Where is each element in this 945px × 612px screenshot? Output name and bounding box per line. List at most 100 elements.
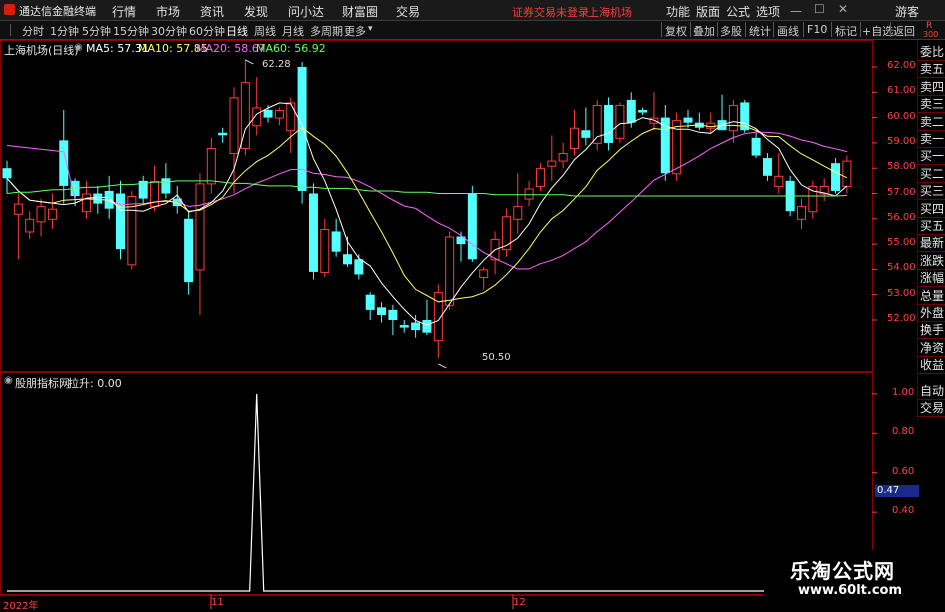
menu-news[interactable]: 资讯 <box>200 3 224 20</box>
candle-body <box>286 102 296 132</box>
menu-quotes[interactable]: 行情 <box>112 3 136 20</box>
kline-chart[interactable] <box>0 40 917 609</box>
candle-body <box>399 325 409 328</box>
candle-body <box>297 67 307 191</box>
candle-body <box>206 147 216 185</box>
candle-body <box>592 104 602 144</box>
price-tick-label: 60.00 <box>887 110 916 122</box>
tool-mark[interactable]: 标记 <box>835 23 857 39</box>
tool-stats[interactable]: 统计 <box>749 23 771 39</box>
candle-body <box>218 132 228 136</box>
right-panel-item[interactable]: 卖四 <box>920 79 945 95</box>
menu-functions[interactable]: 功能 <box>666 3 690 20</box>
sub-tick-label: 0.80 <box>892 426 915 438</box>
candle-body <box>467 193 477 260</box>
candle-body <box>365 294 375 310</box>
right-panel-item[interactable]: 买四 <box>920 201 945 217</box>
right-panel-item[interactable]: 卖二 <box>920 114 945 130</box>
right-panel-item[interactable]: 买五 <box>920 218 945 234</box>
sub-panel-frame <box>0 372 873 595</box>
tool-back[interactable]: 返回 <box>893 23 915 39</box>
stock-title: 上海机场(日线) <box>4 44 79 57</box>
divider <box>10 24 11 36</box>
right-panel-item[interactable]: 自动 <box>920 383 945 399</box>
login-alert[interactable]: 证券交易未登录 <box>512 4 589 20</box>
period-tick[interactable]: 分时 <box>22 23 44 39</box>
right-panel-item[interactable]: 买二 <box>920 166 945 182</box>
watermark-url: www.60lt.com <box>798 583 903 598</box>
low-marker-arrow <box>438 363 447 369</box>
tool-adjust[interactable]: 复权 <box>665 23 687 39</box>
low-price-mark: 50.50 <box>482 352 511 363</box>
menu-market[interactable]: 市场 <box>156 3 180 20</box>
period-daily[interactable]: 日线 <box>226 23 248 39</box>
candle-body <box>479 269 489 278</box>
price-tick-label: 58.00 <box>887 161 916 173</box>
date-label-dec: 12 <box>513 597 526 608</box>
divider <box>918 416 945 417</box>
candle-body <box>445 236 455 306</box>
price-tick-label: 62.00 <box>887 60 916 71</box>
right-panel-item[interactable]: 总量 <box>920 288 945 304</box>
menu-formula[interactable]: 公式 <box>726 3 750 20</box>
period-1min[interactable]: 1分钟 <box>50 23 79 39</box>
tool-multi-stock[interactable]: 多股 <box>720 23 742 39</box>
candle-body <box>343 254 352 265</box>
menu-wealth[interactable]: 财富圈 <box>342 3 378 20</box>
right-panel-item[interactable]: 净资 <box>920 340 945 356</box>
ma60-label: MA60: 56.92 <box>256 42 326 55</box>
candle-body <box>81 193 91 213</box>
right-panel-item[interactable]: 涨跌 <box>920 253 945 269</box>
right-panel-item[interactable]: 卖五 <box>920 61 945 77</box>
tool-overlay[interactable]: 叠加 <box>693 23 715 39</box>
chevron-down-icon[interactable]: ▾ <box>368 24 373 34</box>
right-panel-item[interactable]: 收益 <box>920 357 945 373</box>
guest-label[interactable]: 游客 <box>895 3 919 20</box>
right-panel-item[interactable]: 买三 <box>920 183 945 199</box>
menu-trade[interactable]: 交易 <box>396 3 420 20</box>
candle-body <box>274 110 284 119</box>
period-60min[interactable]: 60分钟 <box>189 23 225 39</box>
tool-add-favorite[interactable]: +自选 <box>862 23 893 39</box>
period-monthly[interactable]: 月线 <box>282 23 304 39</box>
candle-body <box>581 130 591 138</box>
right-panel-item[interactable]: 换手 <box>920 322 945 338</box>
high-price-mark: 62.28 <box>262 59 291 70</box>
settings-icon[interactable]: ◉ <box>74 42 83 53</box>
candle-body <box>161 178 171 194</box>
menu-discover[interactable]: 发现 <box>244 3 268 20</box>
right-panel-item[interactable]: 买一 <box>920 148 945 164</box>
divider <box>918 373 945 375</box>
menu-ask[interactable]: 问小达 <box>288 3 324 20</box>
candle-body <box>2 168 12 179</box>
period-more[interactable]: 更多 <box>344 23 366 39</box>
period-5min[interactable]: 5分钟 <box>82 23 111 39</box>
candle-body <box>116 193 125 250</box>
period-15min[interactable]: 15分钟 <box>113 23 149 39</box>
period-weekly[interactable]: 周线 <box>254 23 276 39</box>
right-panel-item[interactable]: 最新 <box>920 235 945 251</box>
right-panel-item[interactable]: 涨幅 <box>920 270 945 286</box>
divider <box>717 22 718 37</box>
candle-body <box>252 107 262 127</box>
divider <box>831 22 832 37</box>
period-multi[interactable]: 多周期 <box>310 23 343 39</box>
right-panel-item[interactable]: 卖三 <box>920 96 945 112</box>
tool-draw[interactable]: 画线 <box>777 23 799 39</box>
alert-stock[interactable]: 上海机场 <box>588 4 632 20</box>
right-panel-item[interactable]: 卖一 <box>920 131 945 147</box>
menu-layout[interactable]: 版面 <box>696 3 720 20</box>
minimize-icon[interactable]: — <box>790 4 802 18</box>
candle-body <box>626 99 636 123</box>
maximize-icon[interactable]: ☐ <box>814 2 825 16</box>
right-panel-item[interactable]: 交易 <box>920 400 945 416</box>
candle-body <box>831 163 841 191</box>
close-icon[interactable]: ✕ <box>838 2 848 16</box>
period-30min[interactable]: 30分钟 <box>151 23 187 39</box>
menu-options[interactable]: 选项 <box>756 3 780 20</box>
settings-icon[interactable]: ◉ <box>4 375 13 386</box>
candle-body <box>683 117 693 123</box>
right-panel-item[interactable]: 委比 <box>920 44 945 60</box>
tool-f10[interactable]: F10 <box>807 23 827 36</box>
right-panel-item[interactable]: 外盘 <box>920 305 945 321</box>
